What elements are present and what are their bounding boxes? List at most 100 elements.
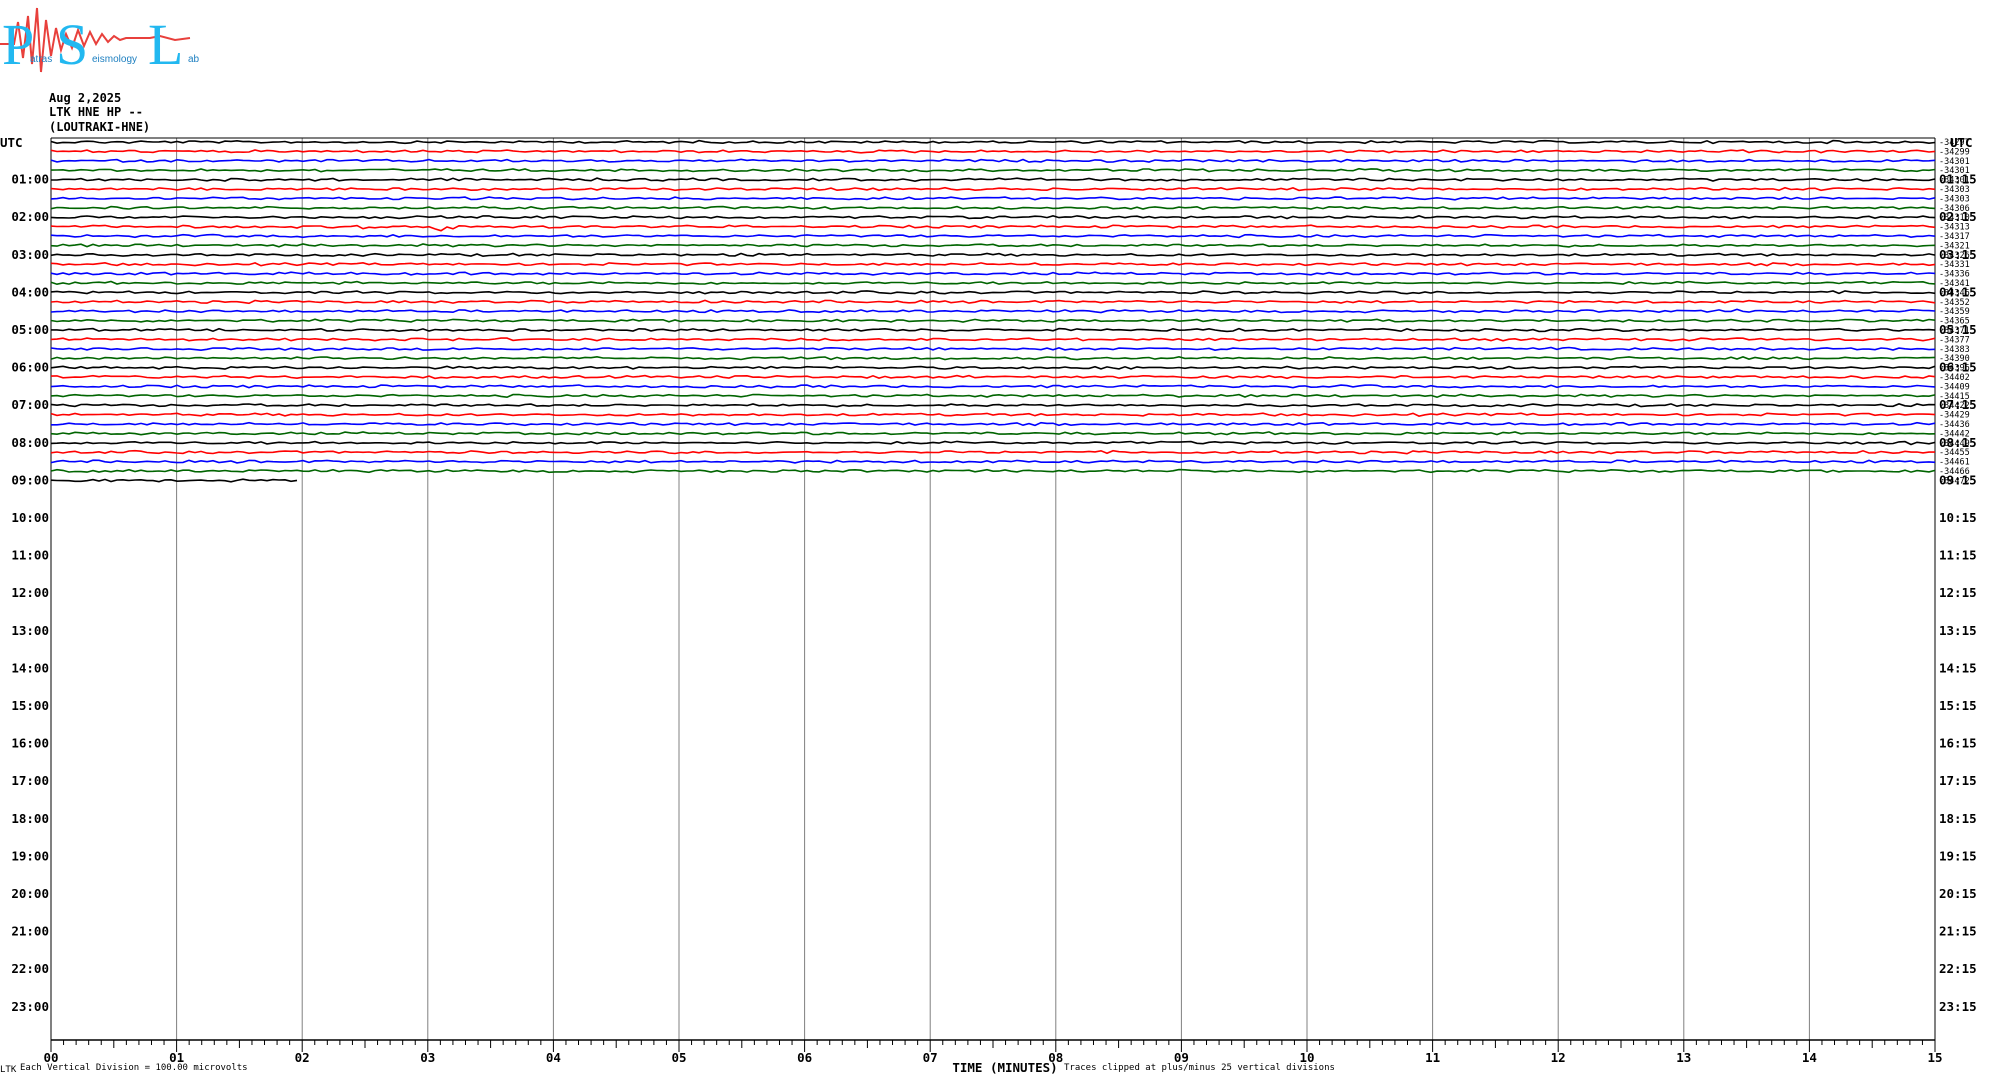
trace-line <box>50 365 1936 370</box>
trace-line <box>50 384 1936 389</box>
trace-line <box>50 243 1936 248</box>
left-hour-label: 07:00 <box>11 397 49 412</box>
trace-line <box>50 280 1936 286</box>
trace-line <box>50 299 1936 305</box>
right-hour-label: 19:15 <box>1939 848 1977 863</box>
x-tick-label: 05 <box>671 1050 686 1065</box>
trace-line <box>50 139 1936 145</box>
left-hour-label: 21:00 <box>11 924 49 939</box>
left-hour-label: 23:00 <box>11 999 49 1014</box>
trace-line <box>50 431 1936 436</box>
trace-line <box>50 149 1936 154</box>
left-hour-label: 11:00 <box>11 548 49 563</box>
trace-line <box>50 459 1936 464</box>
right-hour-label: 09:15 <box>1939 472 1977 487</box>
right-hour-label: 05:15 <box>1939 322 1977 337</box>
left-hour-label: 04:00 <box>11 284 49 299</box>
trace-line <box>50 318 1936 323</box>
footer-vertical-division: Each Vertical Division = 100.00 microvol… <box>20 1063 248 1073</box>
trace-line <box>50 196 1936 201</box>
x-tick-label: 04 <box>546 1050 561 1065</box>
left-hour-label: 06:00 <box>11 360 49 375</box>
trace-line <box>50 224 1936 232</box>
trace-line <box>50 214 1936 220</box>
right-hour-label: 03:15 <box>1939 247 1977 262</box>
trace-line <box>50 233 1936 239</box>
left-utc-label: UTC <box>0 135 23 150</box>
right-hour-label: 08:15 <box>1939 435 1977 450</box>
trace-line <box>50 261 1936 267</box>
left-hour-label: 20:00 <box>11 886 49 901</box>
left-hour-label: 13:00 <box>11 623 49 638</box>
x-tick-label: 15 <box>1927 1050 1942 1065</box>
left-hour-label: 05:00 <box>11 322 49 337</box>
right-hour-label: 17:15 <box>1939 773 1977 788</box>
left-hour-label: 09:00 <box>11 472 49 487</box>
trace-line <box>50 252 1936 258</box>
x-tick-label: 14 <box>1802 1050 1817 1065</box>
trace-line <box>50 468 1936 474</box>
trace-line <box>50 346 1936 352</box>
x-tick-label: 07 <box>923 1050 938 1065</box>
left-hour-label: 12:00 <box>11 585 49 600</box>
left-hour-label: 17:00 <box>11 773 49 788</box>
left-hour-label: 19:00 <box>11 848 49 863</box>
left-hour-label: 15:00 <box>11 698 49 713</box>
right-hour-label: 04:15 <box>1939 284 1977 299</box>
axis-labels: -34297-34299-34301-34301-34301-34303-343… <box>0 135 1977 1014</box>
left-hour-label: 16:00 <box>11 736 49 751</box>
x-tick-label: 03 <box>420 1050 435 1065</box>
right-hour-label: 13:15 <box>1939 623 1977 638</box>
left-hour-label: 22:00 <box>11 961 49 976</box>
right-hour-label: 14:15 <box>1939 660 1977 675</box>
trace-line <box>50 186 1936 192</box>
trace-line <box>50 449 1935 455</box>
right-hour-label: 07:15 <box>1939 397 1977 412</box>
trace-line <box>51 421 1936 427</box>
right-hour-label: 16:15 <box>1939 736 1977 751</box>
right-utc-label: UTC <box>1950 135 1973 150</box>
x-tick-label: 12 <box>1551 1050 1566 1065</box>
left-hour-label: 14:00 <box>11 660 49 675</box>
right-hour-label: 21:15 <box>1939 924 1977 939</box>
right-hour-label: 06:15 <box>1939 360 1977 375</box>
right-hour-label: 01:15 <box>1939 172 1977 187</box>
trace-line <box>51 177 1936 183</box>
trace-line <box>50 355 1936 361</box>
footer-clip-note: Traces clipped at plus/minus 25 vertical… <box>1064 1063 1335 1073</box>
right-hour-label: 02:15 <box>1939 209 1977 224</box>
left-hour-label: 10:00 <box>11 510 49 525</box>
helicorder-plot: -34297-34299-34301-34301-34301-34303-343… <box>0 135 1977 1075</box>
time-axis: 00 01 02 03 04 05 06 07 08 09 10 11 12 13 14 15TIME (MI… <box>43 1039 1943 1075</box>
right-hour-label: 15:15 <box>1939 698 1977 713</box>
right-hour-label: 23:15 <box>1939 999 1977 1014</box>
right-hour-label: 22:15 <box>1939 961 1977 976</box>
right-hour-label: 10:15 <box>1939 510 1977 525</box>
left-hour-label: 18:00 <box>11 811 49 826</box>
trace-line <box>50 403 1936 408</box>
x-tick-label: 02 <box>295 1050 310 1065</box>
trace-line <box>50 205 1936 210</box>
trace-line <box>50 393 1936 399</box>
trace-line <box>50 158 1936 163</box>
left-hour-label: 01:00 <box>11 172 49 187</box>
trace-line <box>51 327 1936 333</box>
left-hour-label: 03:00 <box>11 247 49 262</box>
trace-line <box>50 440 1936 446</box>
trace-line <box>50 290 1936 295</box>
left-hour-label: 02:00 <box>11 209 49 224</box>
trace-line <box>50 412 1936 417</box>
trace-line <box>50 374 1936 380</box>
right-hour-label: 20:15 <box>1939 886 1977 901</box>
trace-line <box>50 478 298 483</box>
x-tick-label: 06 <box>797 1050 812 1065</box>
right-hour-label: 12:15 <box>1939 585 1977 600</box>
right-hour-label: 11:15 <box>1939 548 1977 563</box>
x-tick-label: 13 <box>1676 1050 1691 1065</box>
trace-line <box>50 167 1936 173</box>
left-hour-label: 08:00 <box>11 435 49 450</box>
trace-line <box>50 337 1936 342</box>
trace-line <box>50 308 1936 314</box>
trace-line <box>50 271 1936 276</box>
x-axis-title: TIME (MINUTES) <box>952 1060 1057 1075</box>
